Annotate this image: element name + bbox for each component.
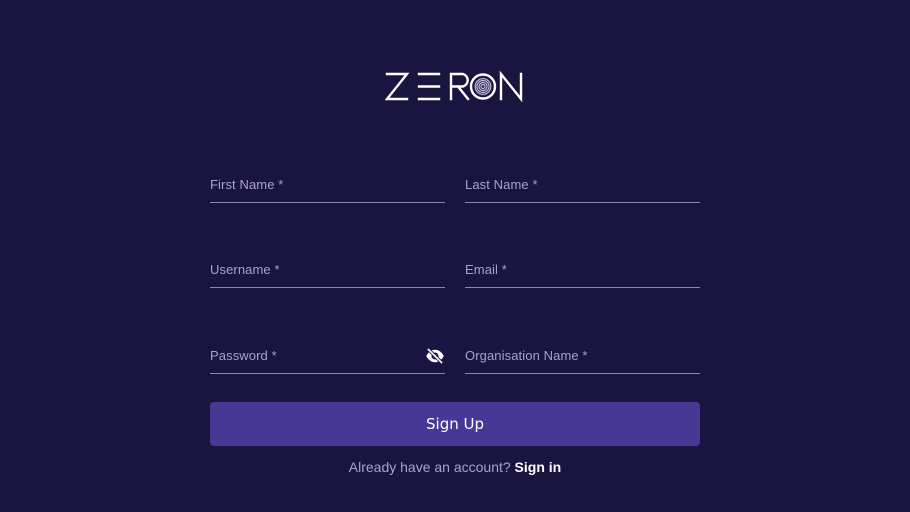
email-label: Email * — [465, 262, 507, 277]
signin-prompt: Already have an account? Sign in — [0, 459, 910, 475]
email-underline — [465, 287, 700, 288]
last-name-field[interactable]: Last Name * — [465, 150, 700, 203]
password-label: Password * — [210, 348, 277, 363]
username-label: Username * — [210, 262, 280, 277]
organisation-name-label: Organisation Name * — [465, 348, 588, 363]
password-underline — [210, 373, 445, 374]
username-field[interactable]: Username * — [210, 235, 445, 288]
first-name-underline — [210, 202, 445, 203]
last-name-label: Last Name * — [465, 177, 538, 192]
signin-link[interactable]: Sign in — [515, 459, 562, 475]
email-field[interactable]: Email * — [465, 235, 700, 288]
first-name-field[interactable]: First Name * — [210, 150, 445, 203]
first-name-label: First Name * — [210, 177, 284, 192]
username-underline — [210, 287, 445, 288]
organisation-name-underline — [465, 373, 700, 374]
zeron-logo-svg — [385, 70, 523, 103]
organisation-name-field[interactable]: Organisation Name * — [465, 321, 700, 374]
zeron-logo — [0, 66, 910, 106]
eye-off-icon[interactable] — [425, 346, 445, 366]
signup-button[interactable]: Sign Up — [210, 402, 700, 446]
signin-prompt-text: Already have an account? — [348, 459, 515, 475]
password-field[interactable]: Password * — [210, 321, 445, 374]
last-name-underline — [465, 202, 700, 203]
